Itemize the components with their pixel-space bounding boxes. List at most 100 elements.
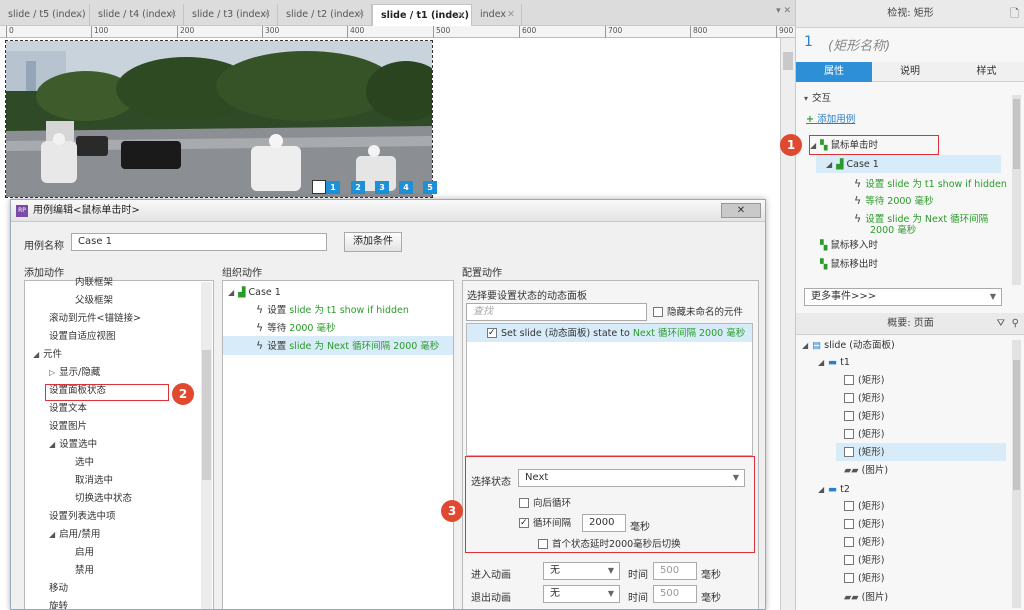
case-name-input[interactable]: Case 1 (71, 233, 327, 251)
outline-item[interactable]: ▰▰ (图片) (844, 589, 888, 606)
search-icon[interactable]: ⚲ (1012, 313, 1019, 335)
interaction-section[interactable]: ▾ 交互 (804, 90, 831, 107)
outline-state-t2[interactable]: ◢ ▬ t2 (818, 481, 850, 498)
outline-item[interactable]: (矩形) (844, 552, 884, 569)
action-tree-item[interactable]: 旋转 (49, 598, 68, 609)
scrollbar-thumb[interactable] (1013, 99, 1020, 169)
outline-item[interactable]: (矩形) (844, 408, 884, 425)
outline-item[interactable]: (矩形) (844, 390, 884, 407)
event-case[interactable]: ◢ ▟ Case 1 (826, 156, 879, 173)
tab-index[interactable]: index ✕ (472, 4, 522, 26)
filter-icon[interactable]: ⛛ (997, 313, 1005, 335)
checkbox-checked[interactable] (487, 325, 497, 342)
action-tree-item[interactable]: 滚动到元件<锚链接> (49, 310, 141, 327)
slide-dot-3[interactable]: 3 (375, 181, 389, 194)
scrollbar-thumb[interactable] (202, 350, 211, 480)
close-icon[interactable]: ✕ (721, 203, 761, 218)
outline-scrollbar[interactable] (1012, 340, 1021, 608)
outline-item[interactable]: ▰▰ (图片) (844, 462, 888, 479)
case-action[interactable]: ϟ 设置 slide 为 t1 show if hidden (854, 175, 1007, 192)
slide-dot-5[interactable]: 5 (423, 181, 437, 194)
close-icon[interactable]: ✕ (357, 4, 365, 26)
case-action[interactable]: ϟ 等待 2000 毫秒 (854, 192, 933, 209)
expand-icon[interactable]: ▷ (49, 368, 55, 377)
outline-item[interactable]: (矩形) (844, 570, 884, 587)
outline-item-selected[interactable]: (矩形) (844, 444, 884, 461)
org-action[interactable]: ϟ 设置 slide 为 t1 show if hidden (256, 301, 409, 318)
enter-time-input[interactable]: 500 (653, 562, 697, 580)
selection-handle[interactable] (312, 180, 326, 194)
close-icon[interactable]: ✕ (507, 4, 515, 26)
close-icon[interactable]: ✕ (75, 4, 83, 26)
expand-icon[interactable]: ◢ (49, 530, 55, 539)
close-icon[interactable]: ✕ (169, 4, 177, 26)
exit-time-input[interactable]: 500 (653, 585, 697, 603)
checkbox[interactable] (653, 306, 663, 317)
panel-row[interactable]: Set slide (动态面板) state to Next 循环间隔 2000… (487, 325, 745, 342)
outline-root[interactable]: ◢ ▤ slide (动态面板) (802, 337, 895, 354)
expand-icon[interactable]: ◢ (49, 440, 55, 449)
scrollbar-thumb[interactable] (1013, 360, 1020, 490)
action-tree-item[interactable]: 选中 (75, 454, 94, 471)
slide-image[interactable] (5, 40, 433, 198)
org-action[interactable]: ϟ 等待 2000 毫秒 (256, 319, 336, 336)
action-tree-item[interactable]: 设置图片 (49, 418, 87, 435)
panel-list[interactable] (466, 323, 753, 456)
tab-slide-t3[interactable]: slide / t3 (index) ✕ (184, 4, 278, 26)
action-tree-item[interactable]: 设置文本 (49, 400, 87, 417)
action-tree-item[interactable]: ▷ 显示/隐藏 (49, 364, 100, 381)
tab-slide-t2[interactable]: slide / t2 (index) ✕ (278, 4, 372, 26)
expand-icon[interactable]: ◢ (33, 350, 39, 359)
action-tree-item[interactable]: ◢ 元件 (33, 346, 62, 363)
action-tree-item[interactable]: 设置列表选中项 (49, 508, 116, 525)
tab-notes[interactable]: 说明 (872, 62, 948, 82)
page-icon[interactable]: 🗋 (1010, 0, 1019, 28)
outline-item[interactable]: (矩形) (844, 426, 884, 443)
enter-animation-select[interactable]: 无 ▼ (543, 562, 620, 580)
action-tree-item[interactable]: 启用 (75, 544, 94, 561)
outline-state-t1[interactable]: ◢ ▬ t1 (818, 354, 850, 371)
action-tree-item[interactable]: ◢ 启用/禁用 (49, 526, 100, 543)
action-tree-item[interactable]: 切换选中状态 (75, 490, 132, 507)
shape-name-field[interactable]: (矩形名称) (828, 35, 890, 54)
action-list-scrollbar[interactable] (201, 282, 212, 609)
action-tree-item[interactable]: 禁用 (75, 562, 94, 579)
org-case[interactable]: ◢ ▟ Case 1 (228, 284, 281, 301)
hide-unnamed-option[interactable]: 隐藏未命名的元件 (653, 304, 743, 321)
action-tree-item[interactable]: 取消选中 (75, 472, 113, 489)
scrollbar-thumb[interactable] (783, 52, 793, 70)
tab-slide-t4[interactable]: slide / t4 (index) ✕ (90, 4, 184, 26)
event-mouse-enter[interactable]: ▚ 鼠标移入时 (820, 237, 878, 254)
slide-dot-4[interactable]: 4 (399, 181, 413, 194)
tab-slide-t1[interactable]: slide / t1 (index) ✕ (372, 4, 472, 26)
outline-item[interactable]: (矩形) (844, 534, 884, 551)
outline-item[interactable]: (矩形) (844, 498, 884, 515)
action-tree-item[interactable]: ◢ 设置选中 (49, 436, 97, 453)
tab-style[interactable]: 样式 (948, 62, 1024, 82)
action-tree-item[interactable]: 设置面板状态 (49, 382, 106, 399)
slide-dot-1[interactable]: 1 (326, 181, 340, 194)
canvas-vertical-scrollbar[interactable] (780, 38, 795, 610)
org-action-selected[interactable]: ϟ 设置 slide 为 Next 循环间隔 2000 毫秒 (256, 337, 439, 354)
outline-item[interactable]: (矩形) (844, 372, 884, 389)
exit-animation-select[interactable]: 无 ▼ (543, 585, 620, 603)
outline-item[interactable]: (矩形) (844, 516, 884, 533)
inspector-tabs: 属性 说明 样式 (796, 62, 1024, 82)
slide-dot-2[interactable]: 2 (351, 181, 365, 194)
add-condition-button[interactable]: 添加条件 (344, 232, 402, 252)
close-icon[interactable]: ✕ (457, 5, 465, 27)
inspector-scrollbar[interactable] (1012, 95, 1021, 285)
action-tree-item[interactable]: 移动 (49, 580, 68, 597)
add-case-link[interactable]: + 添加用例 (806, 111, 855, 128)
event-mouse-leave[interactable]: ▚ 鼠标移出时 (820, 256, 878, 273)
more-events-select[interactable]: 更多事件>>> ▼ (804, 288, 1002, 306)
tab-slide-t5[interactable]: slide / t5 (index) ✕ (0, 4, 90, 26)
action-tree-item[interactable]: 内联框架 (75, 274, 113, 291)
search-input[interactable]: 查找 (466, 303, 647, 321)
tab-controls[interactable]: ▾ ✕ (776, 6, 791, 16)
action-tree-item[interactable]: 父级框架 (75, 292, 113, 309)
close-icon[interactable]: ✕ (263, 4, 271, 26)
action-tree-item[interactable]: 设置自适应视图 (49, 328, 116, 345)
tab-properties[interactable]: 属性 (796, 62, 872, 82)
exit-time-unit: 毫秒 (701, 593, 721, 604)
